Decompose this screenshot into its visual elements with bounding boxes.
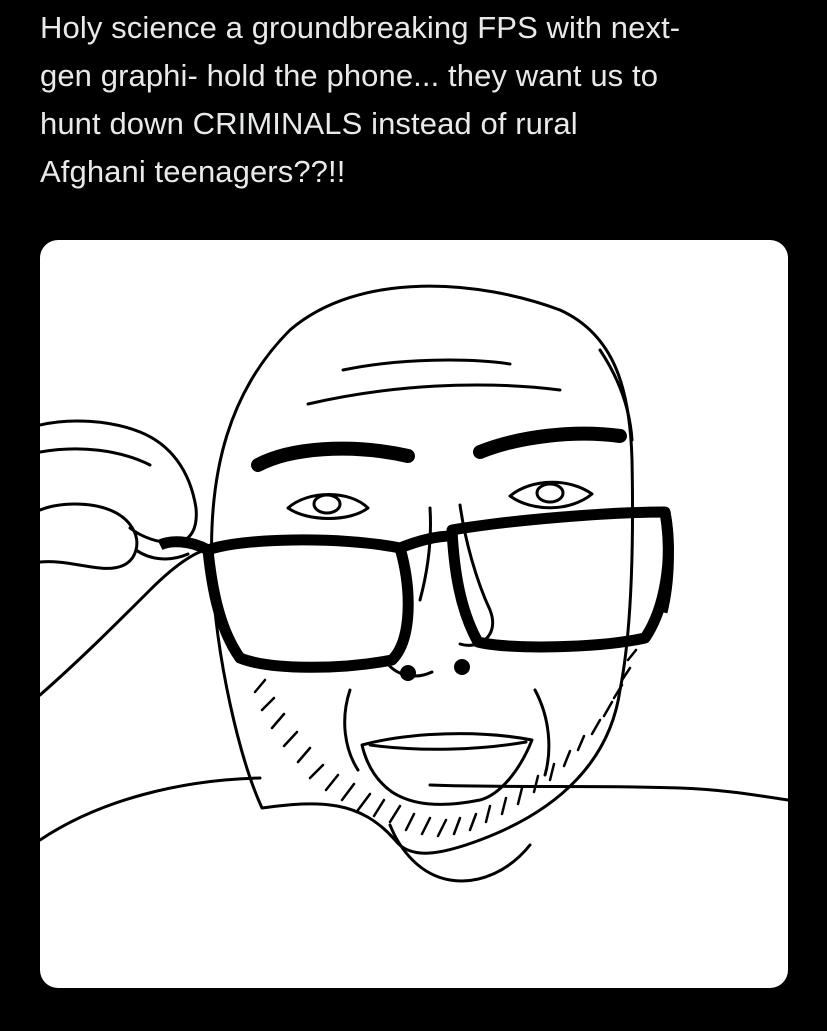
hand bbox=[40, 419, 210, 697]
forehead-wrinkle-bottom bbox=[306, 383, 562, 406]
chin bbox=[388, 823, 532, 883]
nose-bridge bbox=[418, 506, 432, 602]
glasses-bridge bbox=[397, 530, 453, 554]
stubble bbox=[253, 648, 638, 838]
glasses-right-lens bbox=[446, 506, 674, 653]
right-nostril bbox=[454, 659, 470, 675]
glasses-right-arm bbox=[656, 511, 674, 614]
tweet-text: Holy science a groundbreaking FPS with n… bbox=[40, 10, 681, 189]
right-iris bbox=[535, 482, 565, 504]
forehead-contour bbox=[598, 348, 634, 442]
tweet-media-image[interactable] bbox=[40, 240, 788, 988]
left-eyebrow bbox=[251, 441, 415, 472]
forehead-wrinkle-top bbox=[341, 358, 512, 372]
left-eye bbox=[286, 493, 370, 520]
left-cheek-line bbox=[343, 688, 360, 772]
left-iris bbox=[312, 493, 342, 515]
head-outline bbox=[210, 284, 634, 855]
finger-line bbox=[40, 447, 152, 467]
wojak-glasses-drawing bbox=[40, 284, 788, 883]
right-eyebrow bbox=[473, 426, 627, 459]
shoulder-line bbox=[40, 776, 788, 842]
glasses-left-lens bbox=[202, 534, 414, 673]
tweet: Holy science a groundbreaking FPS with n… bbox=[0, 0, 827, 1031]
upper-lip bbox=[368, 740, 528, 751]
right-cheek-line bbox=[533, 688, 551, 777]
right-eye bbox=[508, 480, 594, 510]
